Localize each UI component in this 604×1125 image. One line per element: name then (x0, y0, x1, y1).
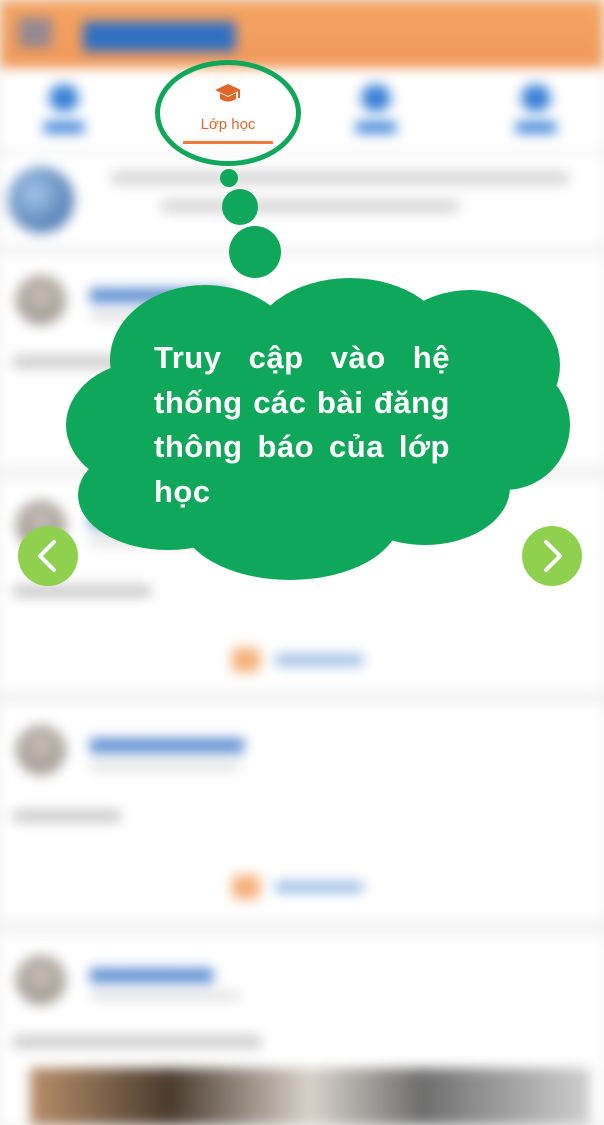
next-button[interactable] (522, 526, 582, 586)
tab-blurred-1: ▆▆▆▆ (4, 78, 124, 148)
post-card: ▅▅▅▅▅▅▅▅▅▅ (0, 705, 604, 920)
tab-blurred-3: ▆▆▆▆ (316, 78, 436, 148)
chevron-left-icon (38, 540, 56, 572)
bubble-tail-dot (229, 226, 281, 278)
highlight-ring (155, 60, 301, 166)
app-header: ▇▇▇▇▇▇▇ (0, 0, 604, 68)
tab-blurred-4: ▆▆▆▆ (476, 78, 596, 148)
bubble-text: Truy cập vào hệ thống các bài đăng thông… (154, 340, 450, 509)
post-photo (30, 1068, 590, 1125)
prev-button[interactable] (18, 526, 78, 586)
bubble-tail-dot (220, 169, 238, 187)
app-title-blurred: ▇▇▇▇▇▇▇ (84, 19, 235, 50)
avatar (8, 167, 74, 233)
chevron-right-icon (544, 540, 562, 572)
tab-bar: ▆▆▆▆ ▆▆▆▆ ▆▆▆▆ (0, 68, 604, 150)
bubble-tail-dot (222, 189, 258, 225)
new-post-box (0, 155, 604, 245)
menu-icon (18, 20, 52, 46)
